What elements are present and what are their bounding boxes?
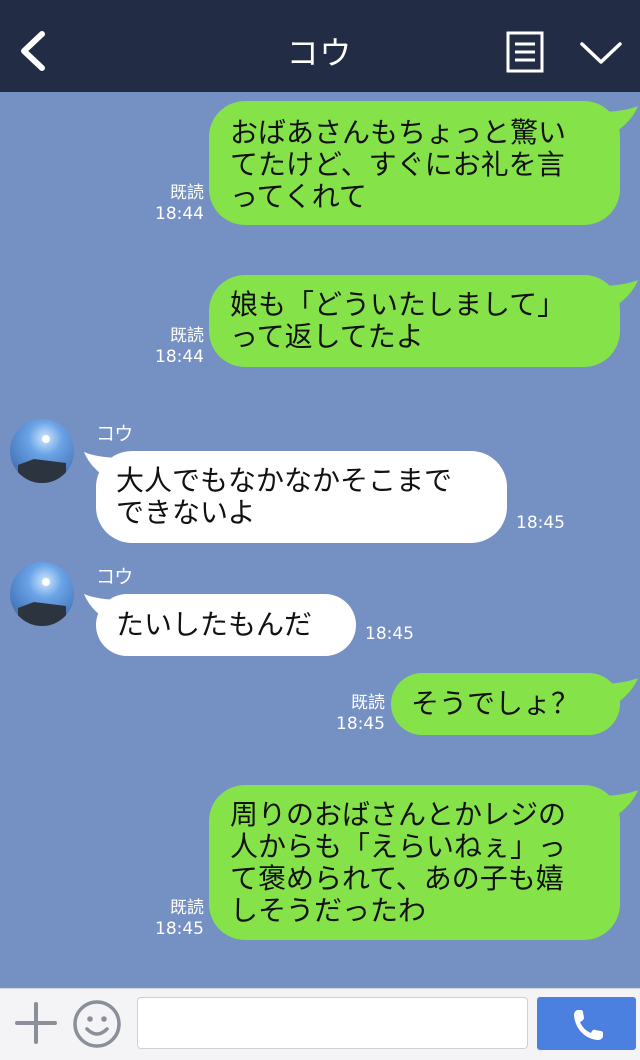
message-line: できないよ	[116, 496, 256, 529]
message-line: てたけど、すぐにお礼を言	[230, 148, 565, 181]
my-message-bubble[interactable]: 娘も「どういたしまして」 って返してたよ	[209, 275, 620, 367]
bubble-tail	[598, 790, 638, 824]
smiley-icon[interactable]	[72, 999, 122, 1049]
message-line: 人からも「えらいねぇ」っ	[230, 830, 567, 863]
bubble-tail	[598, 280, 638, 314]
message-meta: 既読 18:44	[150, 326, 204, 368]
my-message-bubble[interactable]: そうでしょ？	[391, 673, 620, 735]
avatar-image	[10, 562, 74, 626]
bubble-tail	[598, 106, 638, 140]
message-composer	[0, 988, 640, 1060]
message-time: 18:44	[155, 347, 204, 367]
phone-icon	[574, 1010, 603, 1040]
avatar-image	[10, 419, 74, 483]
read-receipt: 既読	[351, 693, 385, 713]
message-time: 18:45	[365, 624, 414, 644]
message-meta: 既読 18:45	[331, 693, 385, 735]
chevron-down-icon[interactable]	[579, 40, 623, 66]
read-receipt: 既読	[170, 326, 204, 346]
message-time: 18:45	[336, 714, 385, 734]
message-line: たいしたもんだ	[116, 608, 313, 641]
message-input[interactable]	[137, 997, 528, 1049]
message-line: 周りのおばさんとかレジの	[230, 798, 567, 831]
sender-name: コウ	[96, 566, 134, 588]
message-time: 18:45	[516, 513, 565, 533]
plus-icon[interactable]	[14, 1001, 58, 1045]
message-line: 娘も「どういたしまして」	[230, 288, 566, 321]
bubble-tail	[598, 678, 638, 712]
contact-avatar[interactable]	[10, 419, 74, 483]
chat-header: コウ	[0, 0, 640, 92]
message-list[interactable]: おばあさんもちょっと驚い てたけど、すぐにお礼を言 ってくれて 既読 18:44…	[0, 92, 640, 988]
message-time: 18:45	[155, 919, 204, 939]
message-line: ってくれて	[230, 180, 367, 213]
message-meta: 既読 18:45	[150, 898, 204, 940]
contact-avatar[interactable]	[10, 562, 74, 626]
message-line: 大人でもなかなかそこまで	[116, 464, 453, 497]
message-meta: 既読 18:44	[150, 183, 204, 225]
contact-message-bubble[interactable]: たいしたもんだ	[96, 594, 356, 656]
sender-name: コウ	[96, 423, 134, 445]
message-line: しそうだったわ	[230, 894, 427, 927]
call-button[interactable]	[537, 997, 636, 1050]
read-receipt: 既読	[170, 898, 204, 918]
message-line: って返してたよ	[230, 320, 424, 353]
message-line: そうでしょ？	[411, 687, 580, 720]
contact-message-bubble[interactable]: 大人でもなかなかそこまで できないよ	[96, 451, 507, 543]
message-time: 18:44	[155, 204, 204, 224]
note-list-icon[interactable]	[506, 31, 544, 73]
chat-title: コウ	[286, 34, 354, 72]
read-receipt: 既読	[170, 183, 204, 203]
message-line: おばあさんもちょっと驚い	[230, 116, 567, 149]
my-message-bubble[interactable]: 周りのおばさんとかレジの 人からも「えらいねぇ」っ て褒められて、あの子も嬉 し…	[209, 785, 620, 940]
my-message-bubble[interactable]: おばあさんもちょっと驚い てたけど、すぐにお礼を言 ってくれて	[209, 101, 620, 225]
message-line: て褒められて、あの子も嬉	[230, 862, 564, 895]
